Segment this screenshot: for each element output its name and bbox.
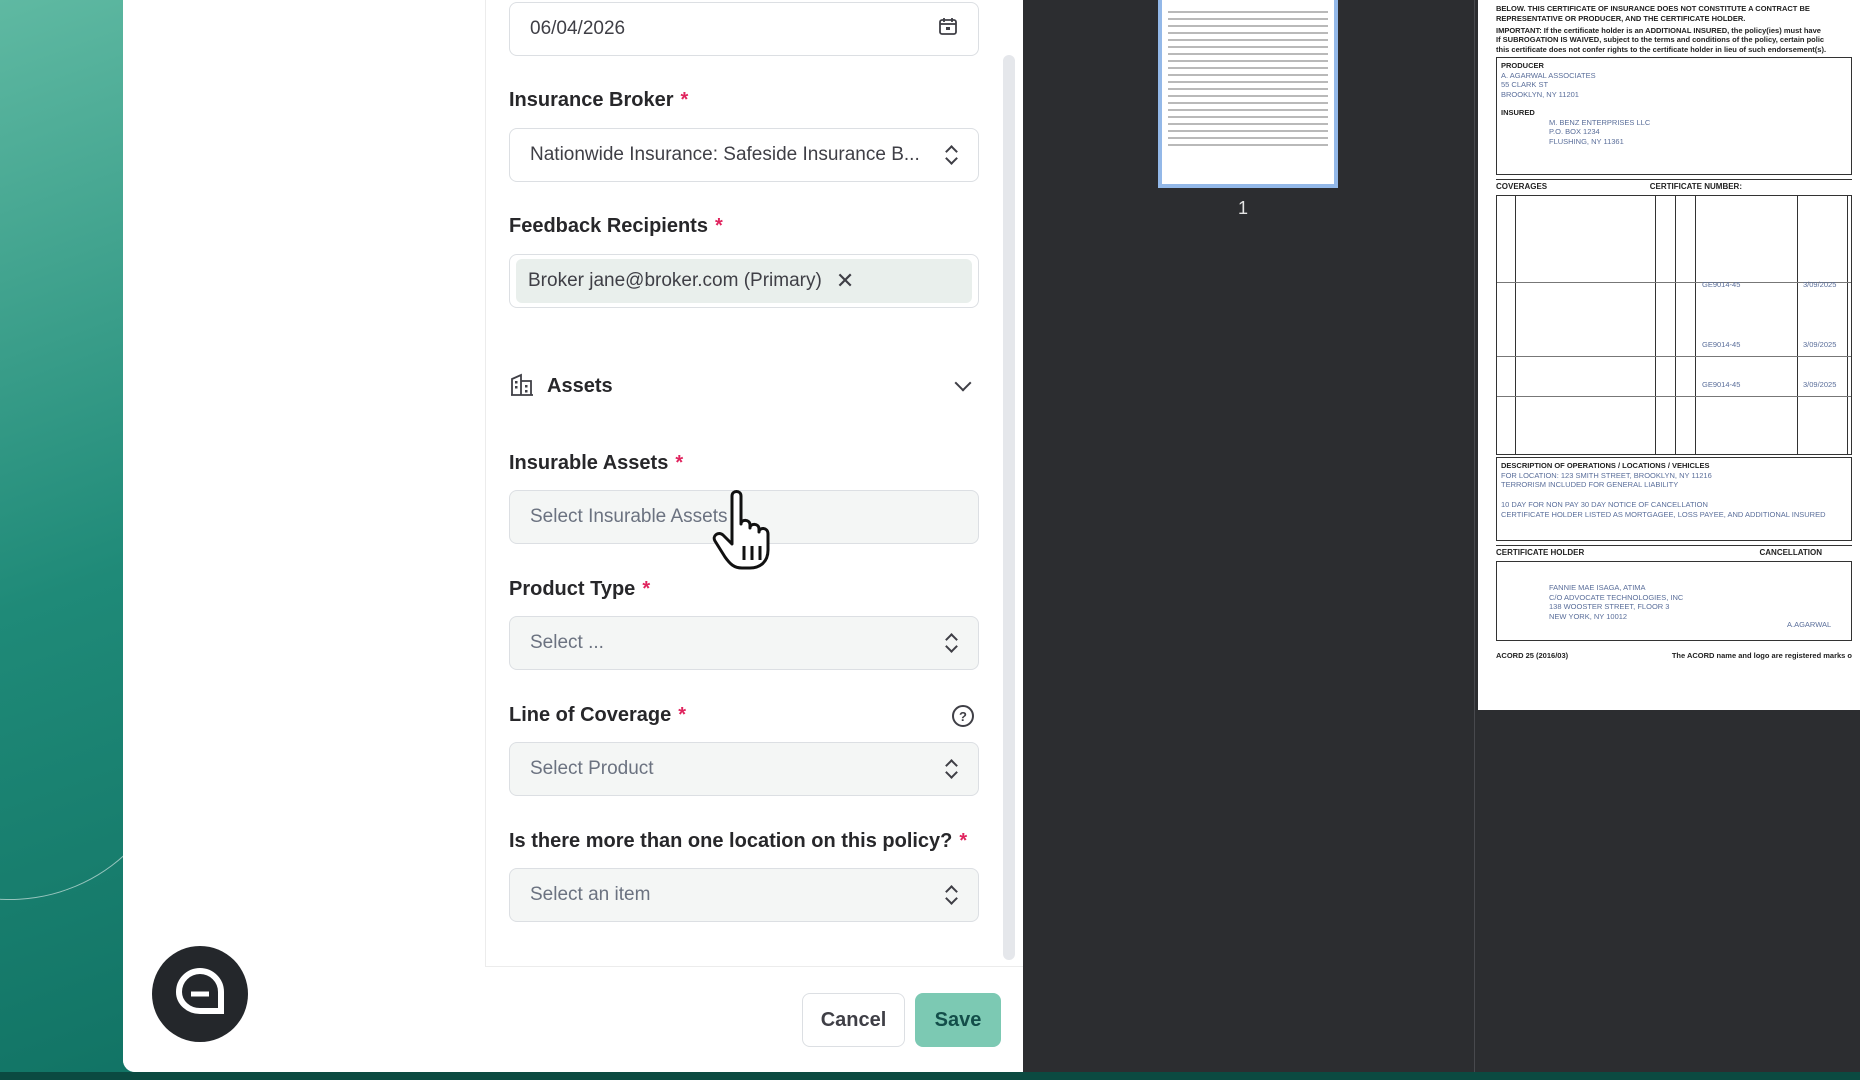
doc-text: PRODUCER [1501, 60, 1544, 70]
holder-box: FANNIE MAE ISAGA, ATIMA C/O ADVOCATE TEC… [1496, 560, 1852, 641]
feedback-recipients-field[interactable]: Broker jane@broker.com (Primary) ✕ [509, 254, 979, 308]
product-type-placeholder: Select ... [530, 632, 604, 653]
select-stepper-icon [944, 144, 958, 166]
document-viewer: 1 BELOW. THIS CERTIFICATE OF INSURANCE D… [1023, 0, 1860, 1072]
viewer-divider [1474, 0, 1475, 1072]
doc-text: TERRORISM INCLUDED FOR GENERAL LIABILITY [1501, 480, 1679, 490]
date-value: 06/04/2026 [530, 18, 626, 39]
cancel-button[interactable]: Cancel [802, 993, 905, 1047]
hand-pointer-cursor [710, 488, 780, 570]
page-thumbnail[interactable] [1158, 0, 1338, 188]
recipient-chip-label: Broker jane@broker.com (Primary) [528, 270, 822, 291]
required-mark: * [959, 830, 968, 852]
doc-text: If SUBROGATION IS WAIVED, subject to the… [1496, 35, 1825, 45]
page-number: 1 [1238, 198, 1249, 218]
doc-text: FLUSHING, NY 11361 [1549, 137, 1624, 146]
doc-text: The ACORD name and logo are registered m… [1671, 650, 1852, 660]
save-button[interactable]: Save [915, 993, 1001, 1047]
document-page: BELOW. THIS CERTIFICATE OF INSURANCE DOE… [1478, 0, 1860, 710]
doc-text: GE9014-45 [1702, 379, 1741, 389]
thumbnail-content [1168, 11, 1328, 146]
select-stepper-icon [944, 758, 958, 780]
date-field[interactable]: 06/04/2026 [509, 2, 979, 56]
doc-text: A. AGARWAL ASSOCIATES [1501, 70, 1596, 80]
bottom-strip [0, 1072, 1860, 1080]
assets-section-header[interactable]: Assets [509, 368, 979, 404]
insurable-assets-label-text: Insurable Assets [509, 452, 669, 474]
doc-text: M. BENZ ENTERPRISES LLC [1549, 117, 1651, 127]
doc-text: INSURED [1501, 107, 1535, 117]
insurance-broker-select[interactable]: Nationwide Insurance: Safeside Insurance… [509, 128, 979, 182]
building-icon [509, 371, 535, 402]
chevron-down-icon[interactable] [954, 374, 972, 392]
insurable-assets-label: Insurable Assets * [509, 452, 683, 475]
doc-text: BELOW. THIS CERTIFICATE OF INSURANCE DOE… [1496, 4, 1810, 13]
close-icon[interactable]: ✕ [836, 270, 854, 292]
required-mark: * [678, 704, 687, 726]
multi-location-label: Is there more than one location on this … [509, 830, 967, 853]
doc-text: 55 CLARK ST [1501, 80, 1549, 90]
doc-text: CERTIFICATE HOLDER [1496, 547, 1585, 557]
doc-text: FOR LOCATION: 123 SMITH STREET, BROOKLYN… [1501, 470, 1712, 480]
line-of-coverage-select[interactable]: Select Product [509, 742, 979, 796]
doc-text: 3/09/2025 [1803, 339, 1837, 349]
chat-launcher-button[interactable] [152, 946, 248, 1042]
doc-text: IMPORTANT: If the certificate holder is … [1496, 25, 1821, 35]
modal-card: 06/04/2026 Insurance Broker * Nationwide… [123, 0, 1023, 1072]
required-mark: * [714, 215, 723, 237]
doc-text: 10 DAY FOR NON PAY 30 DAY NOTICE OF CANC… [1501, 500, 1708, 509]
doc-text: DESCRIPTION OF OPERATIONS / LOCATIONS / … [1501, 460, 1710, 470]
insurance-broker-value: Nationwide Insurance: Safeside Insurance… [530, 144, 920, 165]
multi-location-label-text: Is there more than one location on this … [509, 830, 953, 852]
line-of-coverage-placeholder: Select Product [530, 758, 654, 779]
calendar-icon[interactable] [938, 16, 958, 42]
coverages-header: COVERAGES CERTIFICATE NUMBER: [1496, 178, 1852, 193]
help-icon[interactable]: ? [952, 705, 974, 727]
insurance-broker-label: Insurance Broker * [509, 89, 688, 112]
doc-text: REPRESENTATIVE OR PRODUCER, AND THE CERT… [1496, 13, 1746, 23]
doc-text: this certificate does not confer rights … [1496, 45, 1827, 54]
doc-text: CERTIFICATE HOLDER LISTED AS MORTGAGEE, … [1501, 509, 1826, 519]
producer-box: PRODUCER A. AGARWAL ASSOCIATES 55 CLARK … [1496, 56, 1852, 175]
line-of-coverage-label: Line of Coverage * [509, 704, 686, 727]
doc-text: P.O. BOX 1234 [1549, 127, 1600, 137]
doc-text: ACORD 25 (2016/03) [1496, 650, 1569, 660]
doc-text: CANCELLATION [1759, 547, 1822, 557]
product-type-select[interactable]: Select ... [509, 616, 979, 670]
recipient-chip: Broker jane@broker.com (Primary) ✕ [516, 259, 972, 303]
assets-section-title: Assets [547, 374, 613, 397]
select-stepper-icon [944, 632, 958, 654]
description-box: DESCRIPTION OF OPERATIONS / LOCATIONS / … [1496, 456, 1852, 541]
doc-text: FANNIE MAE ISAGA, ATIMA [1549, 582, 1646, 592]
chat-logo-icon [171, 967, 229, 1022]
required-mark: * [680, 89, 689, 111]
holder-header: CERTIFICATE HOLDER CANCELLATION [1496, 544, 1852, 559]
doc-text: GE9014-45 [1702, 279, 1741, 289]
form-scrollbar[interactable] [1003, 55, 1015, 960]
doc-text: COVERAGES [1496, 181, 1548, 191]
doc-text: CERTIFICATE NUMBER: [1649, 181, 1742, 191]
select-stepper-icon [944, 884, 958, 906]
doc-text: 3/09/2025 [1803, 379, 1837, 389]
multi-location-select[interactable]: Select an item [509, 868, 979, 922]
doc-text: C/O ADVOCATE TECHNOLOGIES, INC [1549, 592, 1684, 602]
multi-location-placeholder: Select an item [530, 884, 651, 905]
line-of-coverage-label-text: Line of Coverage [509, 704, 672, 726]
coverage-table: GE9014-45 3/09/2025 GE9014-45 3/09/2025 … [1496, 194, 1852, 455]
left-gutter [123, 0, 485, 1072]
doc-text: A.AGARWAL [1787, 619, 1832, 629]
required-mark: * [675, 452, 684, 474]
insurance-broker-label-text: Insurance Broker [509, 89, 674, 111]
doc-text: 3/09/2025 [1803, 279, 1837, 289]
product-type-label-text: Product Type [509, 578, 636, 600]
doc-text: 138 WOOSTER STREET, FLOOR 3 [1549, 602, 1670, 612]
feedback-recipients-label-text: Feedback Recipients [509, 215, 708, 237]
feedback-recipients-label: Feedback Recipients * [509, 215, 723, 238]
doc-text: GE9014-45 [1702, 339, 1741, 349]
doc-footer: ACORD 25 (2016/03) The ACORD name and lo… [1496, 651, 1852, 661]
product-type-label: Product Type * [509, 578, 650, 601]
doc-text: BROOKLYN, NY 11201 [1501, 90, 1579, 99]
form-footer: Cancel Save [485, 966, 1023, 1072]
required-mark: * [642, 578, 651, 600]
